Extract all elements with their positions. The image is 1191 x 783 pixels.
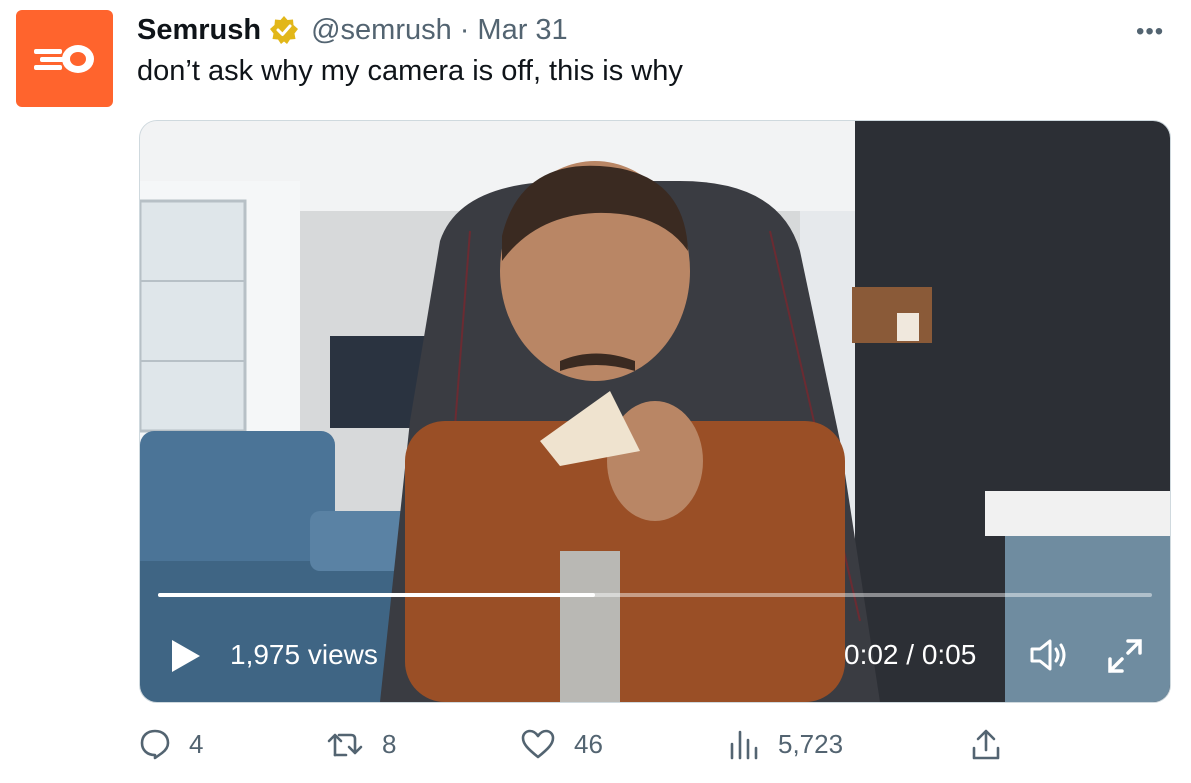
video-time: 0:02 / 0:05 (844, 639, 977, 670)
like-count: 46 (574, 728, 603, 759)
repost-button[interactable]: 8 (326, 728, 396, 760)
separator: · (459, 13, 470, 46)
tweet-text: don’t ask why my camera is off, this is … (137, 55, 683, 87)
share-icon (972, 729, 1000, 760)
video-player[interactable]: 1,975 views 0:02 / 0:05 (139, 120, 1171, 703)
author-handle[interactable]: @semrush (311, 14, 452, 47)
video-progress-bar[interactable] (158, 593, 1152, 597)
tweet-date[interactable]: Mar 31 (477, 14, 567, 47)
tweet-header: Semrush @semrush · Mar 31 (137, 10, 568, 50)
tweet-actions: 4 8 46 5,723 (0, 728, 1191, 768)
video-controls: 1,975 views 0:02 / 0:05 (140, 621, 1170, 691)
fullscreen-icon[interactable] (1106, 637, 1144, 675)
play-icon[interactable] (170, 639, 202, 673)
reply-button[interactable]: 4 (139, 728, 203, 760)
author-name[interactable]: Semrush (137, 14, 261, 47)
analytics-icon (730, 730, 758, 760)
reply-icon (140, 729, 170, 760)
verified-badge-icon (270, 16, 299, 44)
repost-count: 8 (382, 728, 397, 759)
semrush-logo-icon (33, 44, 94, 73)
view-count: 5,723 (778, 728, 844, 759)
repost-icon (327, 733, 363, 757)
video-view-count: 1,975 views (230, 639, 378, 670)
video-progress-fill (158, 593, 596, 597)
views-button[interactable]: 5,723 (728, 728, 843, 760)
volume-icon[interactable] (1028, 637, 1070, 673)
like-button[interactable]: 46 (520, 728, 603, 760)
avatar[interactable] (16, 10, 113, 107)
heart-icon (521, 729, 555, 759)
reply-count: 4 (189, 728, 204, 759)
more-options-icon[interactable]: ••• (1136, 18, 1164, 46)
video-frame (140, 121, 1170, 702)
share-button[interactable] (970, 728, 1002, 762)
